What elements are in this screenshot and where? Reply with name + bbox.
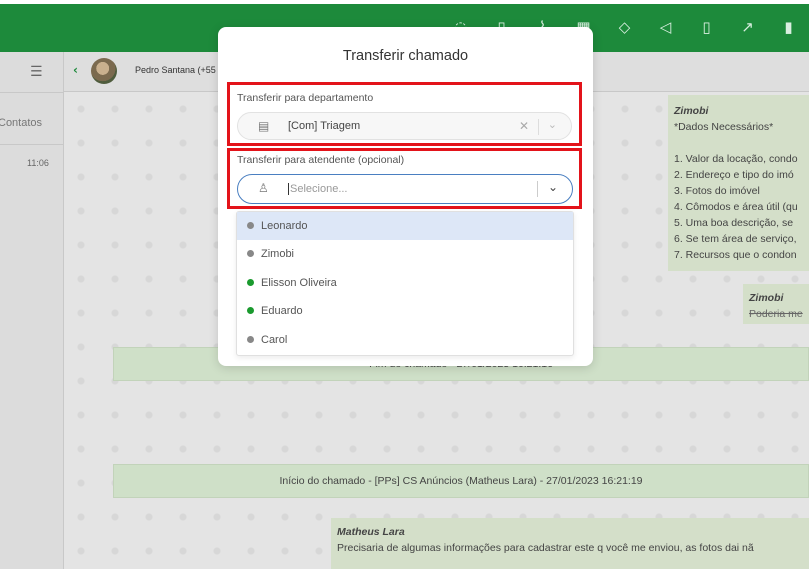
dropdown-option[interactable]: Leonardo	[237, 212, 573, 241]
message-author: Zimobi	[749, 292, 784, 304]
system-message: Início do chamado - [PPs] CS Anúncios (M…	[113, 464, 809, 498]
chevron-down-icon[interactable]: ⌄	[548, 118, 557, 131]
message-author: Matheus Lara	[337, 526, 405, 538]
megaphone-icon[interactable]: ◁	[645, 18, 686, 36]
attendant-select[interactable]: ♙ Selecione... ⌄	[237, 174, 573, 204]
contact-name[interactable]: Pedro Santana (+55 1	[135, 65, 223, 75]
attendant-placeholder[interactable]: Selecione...	[288, 183, 347, 195]
message-text: Poderia me	[749, 308, 803, 320]
status-dot	[247, 335, 254, 343]
dropdown-option[interactable]: Elisson Oliveira	[237, 269, 573, 297]
department-label: Transferir para departamento	[237, 92, 374, 104]
divider	[0, 144, 64, 145]
divider	[537, 181, 538, 197]
avatar[interactable]	[91, 58, 117, 84]
message-bubble: Zimobi *Dados Necessários* 1. Valor da l…	[668, 95, 809, 271]
chart-icon[interactable]: ↗	[727, 18, 768, 36]
message-line: 1. Valor da locação, condo	[674, 153, 798, 165]
department-value: [Com] Triagem	[288, 120, 361, 132]
attendant-dropdown: Leonardo Zimobi Elisson Oliveira Eduardo…	[236, 211, 574, 356]
vibrate-icon[interactable]: ▯	[686, 18, 727, 36]
option-label: Zimobi	[261, 248, 295, 261]
more-icon[interactable]: ▮	[768, 18, 809, 36]
contact-time: 11:06	[27, 158, 49, 168]
tag-icon[interactable]: ◇	[604, 18, 645, 36]
divider	[0, 92, 64, 93]
attendant-label: Transferir para atendente (opcional)	[237, 154, 405, 166]
message-bubble: Matheus Lara Precisaria de algumas infor…	[331, 518, 809, 569]
chevron-down-icon[interactable]: ⌄	[548, 180, 558, 194]
option-label: Leonardo	[261, 220, 308, 232]
message-author: Zimobi	[674, 105, 709, 117]
status-dot	[247, 250, 254, 258]
department-select[interactable]: ▤ [Com] Triagem ✕ ⌄	[237, 112, 572, 140]
contacts-column: ☰ Contatos 11:06	[0, 52, 64, 569]
dropdown-option[interactable]: Zimobi	[237, 240, 573, 268]
status-dot	[247, 307, 254, 315]
divider	[538, 119, 539, 135]
clear-icon[interactable]: ✕	[519, 119, 529, 133]
message-line: 5. Uma boa descrição, se	[674, 217, 794, 229]
dropdown-option[interactable]: Eduardo	[237, 297, 573, 325]
option-label: Elisson Oliveira	[261, 276, 337, 289]
building-icon: ▤	[258, 119, 270, 133]
message-line: *Dados Necessários*	[674, 121, 774, 133]
status-dot	[247, 278, 254, 286]
dialog-title: Transferir chamado	[342, 48, 469, 64]
user-icon: ♙	[258, 181, 269, 195]
message-line: 2. Endereço e tipo do imó	[674, 169, 794, 181]
back-icon[interactable]: ‹	[73, 63, 78, 77]
message-line: 6. Se tem área de serviço,	[674, 233, 797, 245]
message-bubble: Zimobi Poderia me	[743, 284, 809, 324]
message-text: Precisaria de algumas informações para c…	[337, 542, 754, 554]
message-line: 3. Fotos do imóvel	[674, 185, 760, 197]
status-dot	[247, 222, 254, 229]
dropdown-option[interactable]: Carol	[237, 326, 573, 354]
message-line: 4. Cômodos e área útil (qu	[674, 201, 798, 213]
option-label: Carol	[261, 333, 288, 346]
contacts-label[interactable]: Contatos	[0, 117, 42, 129]
filter-icon[interactable]: ☰	[30, 64, 43, 80]
message-line: 7. Recursos que o condon	[674, 249, 797, 261]
option-label: Eduardo	[261, 305, 303, 318]
